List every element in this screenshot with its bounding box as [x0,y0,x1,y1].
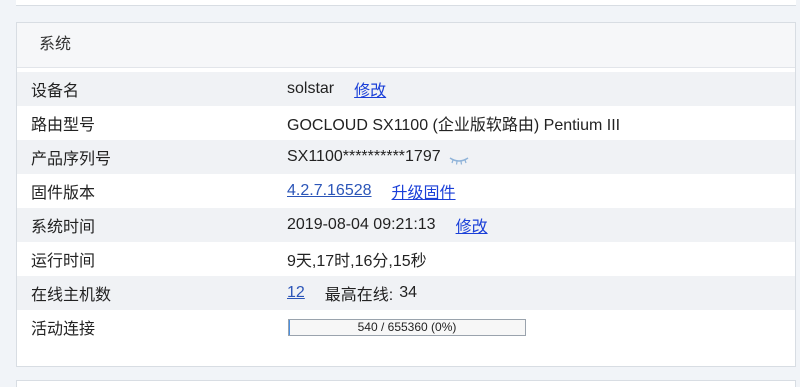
row-active-connections: 活动连接 540 / 655360 (0%) [17,310,795,344]
uptime-value: 9天,17时,16分,15秒 [287,253,427,270]
system-time-label: 系统时间 [31,219,96,236]
firmware-label: 固件版本 [31,185,96,202]
row-system-time: 系统时间 2019-08-04 09:21:13 修改 [17,208,795,242]
system-time-value: 2019-08-04 09:21:13 [287,216,436,233]
online-hosts-label: 在线主机数 [31,287,112,304]
max-online-label: 最高在线: [324,287,394,304]
device-name-label: 设备名 [31,83,80,100]
row-serial: 产品序列号 SX1100**********1797 [17,140,795,174]
router-model-value: GOCLOUD SX1100 (企业版软路由) Pentium III [287,117,621,134]
edit-system-time-link[interactable]: 修改 [456,213,488,237]
serial-value: SX1100**********1797 [287,148,441,165]
connections-progress-bar: 540 / 655360 (0%) [288,318,526,336]
serial-label: 产品序列号 [31,151,112,168]
device-name-value: solstar [287,80,335,97]
top-strip [16,0,796,6]
router-model-label: 路由型号 [31,117,96,134]
system-panel: 系统 设备名 solstar 修改 路由型号 GOCLOUD SX1100 (企… [16,22,796,367]
max-online-value: 34 [399,284,418,301]
edit-device-name-link[interactable]: 修改 [354,77,386,101]
connections-progress-text: 540 / 655360 (0%) [357,319,457,334]
uptime-label: 运行时间 [31,253,96,270]
row-router-model: 路由型号 GOCLOUD SX1100 (企业版软路由) Pentium III [17,106,795,140]
row-uptime: 运行时间 9天,17时,16分,15秒 [17,242,795,276]
row-online-hosts: 在线主机数 12 最高在线: 34 [17,276,795,310]
active-connections-label: 活动连接 [31,321,96,338]
row-firmware: 固件版本 4.2.7.16528 升级固件 [17,174,795,208]
panel-title: 系统 [17,23,795,68]
row-device-name: 设备名 solstar 修改 [17,72,795,106]
eye-closed-icon[interactable] [449,152,469,165]
next-panel-edge [16,380,796,387]
firmware-version-link[interactable]: 4.2.7.16528 [287,182,372,200]
online-hosts-count-link[interactable]: 12 [287,284,305,302]
upgrade-firmware-link[interactable]: 升级固件 [392,179,456,203]
